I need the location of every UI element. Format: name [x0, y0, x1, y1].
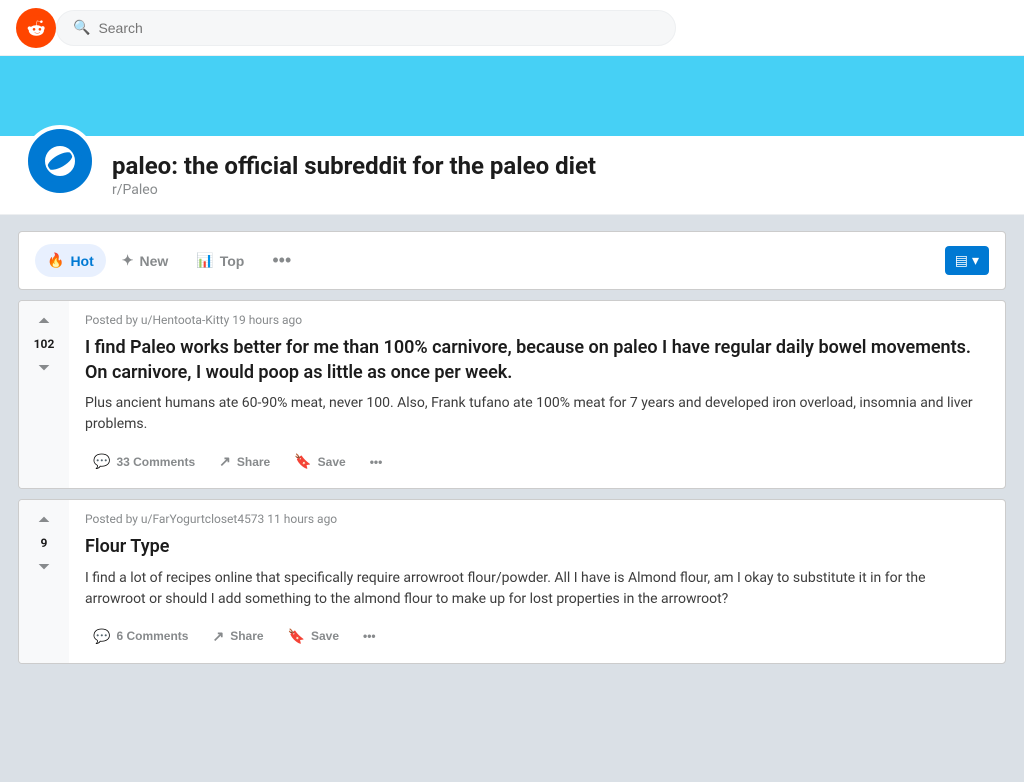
comments-button[interactable]: 💬 33 Comments	[85, 447, 203, 476]
content-area: 🔥 Hot ✦ New 📊 Top ••• ▤ ▾	[2, 215, 1022, 690]
downvote-button[interactable]	[34, 554, 54, 574]
share-icon: ↗	[212, 628, 224, 645]
save-button[interactable]: 🔖 Save	[280, 622, 347, 651]
post-card: 102 Posted by u/Hentoota-Kitty 19 hours …	[18, 300, 1006, 489]
subreddit-banner	[0, 56, 1024, 136]
sort-new-button[interactable]: ✦ New	[110, 244, 181, 277]
reddit-logo[interactable]	[16, 8, 56, 48]
comments-button[interactable]: 💬 6 Comments	[85, 622, 196, 651]
share-label: Share	[237, 455, 270, 469]
comments-label: 6 Comments	[116, 629, 188, 643]
layout-chevron: ▾	[972, 252, 979, 269]
more-button[interactable]: •••	[355, 623, 384, 649]
save-icon: 🔖	[294, 453, 311, 470]
subreddit-title: paleo: the official subreddit for the pa…	[112, 152, 596, 180]
sort-hot-label: Hot	[70, 253, 93, 269]
post-meta: Posted by u/Hentoota-Kitty 19 hours ago	[85, 313, 989, 327]
share-icon: ↗	[219, 453, 231, 470]
save-label: Save	[311, 629, 339, 643]
save-button[interactable]: 🔖 Save	[286, 447, 353, 476]
sort-top-label: Top	[220, 253, 245, 269]
post-content: Posted by u/FarYogurtcloset4573 11 hours…	[69, 500, 1005, 662]
sort-top-button[interactable]: 📊 Top	[184, 244, 256, 277]
save-icon: 🔖	[288, 628, 305, 645]
upvote-button[interactable]	[34, 313, 54, 333]
more-button[interactable]: •••	[362, 449, 391, 475]
sort-hot-button[interactable]: 🔥 Hot	[35, 244, 106, 277]
post-vote-section: 9	[19, 500, 69, 662]
layout-button[interactable]: ▤ ▾	[945, 246, 989, 275]
fire-icon: 🔥	[47, 252, 64, 269]
vote-count: 102	[34, 337, 55, 351]
search-bar[interactable]: 🔍	[56, 10, 676, 46]
post-card: 9 Posted by u/FarYogurtcloset4573 11 hou…	[18, 499, 1006, 663]
subreddit-sub-name[interactable]: r/Paleo	[112, 182, 596, 198]
chart-icon: 📊	[196, 252, 213, 269]
post-vote-section: 102	[19, 301, 69, 488]
subreddit-icon	[24, 125, 96, 197]
comment-icon: 💬	[93, 628, 110, 645]
share-button[interactable]: ↗ Share	[211, 447, 278, 476]
subreddit-info: paleo: the official subreddit for the pa…	[112, 152, 596, 198]
share-label: Share	[230, 629, 263, 643]
subreddit-header: paleo: the official subreddit for the pa…	[0, 136, 1024, 215]
sort-new-label: New	[140, 253, 169, 269]
search-icon: 🔍	[73, 20, 90, 36]
vote-count: 9	[41, 536, 48, 550]
post-body: I find a lot of recipes online that spec…	[85, 568, 989, 610]
post-title[interactable]: Flour Type	[85, 534, 989, 559]
downvote-button[interactable]	[34, 355, 54, 375]
layout-icon: ▤	[955, 252, 968, 269]
more-icon: •••	[370, 455, 383, 469]
upvote-button[interactable]	[34, 512, 54, 532]
sort-bar: 🔥 Hot ✦ New 📊 Top ••• ▤ ▾	[18, 231, 1006, 290]
comment-icon: 💬	[93, 453, 110, 470]
post-meta: Posted by u/FarYogurtcloset4573 11 hours…	[85, 512, 989, 526]
sparkle-icon: ✦	[122, 252, 134, 269]
post-title[interactable]: I find Paleo works better for me than 10…	[85, 335, 989, 385]
sort-options: 🔥 Hot ✦ New 📊 Top •••	[35, 242, 303, 279]
sort-more-button[interactable]: •••	[260, 242, 303, 279]
post-content: Posted by u/Hentoota-Kitty 19 hours ago …	[69, 301, 1005, 488]
app-header: 🔍	[0, 0, 1024, 56]
more-icon: •••	[363, 629, 376, 643]
search-input[interactable]	[98, 20, 659, 36]
post-actions: 💬 6 Comments ↗ Share 🔖 Save •••	[85, 622, 989, 651]
comments-label: 33 Comments	[116, 455, 195, 469]
share-button[interactable]: ↗ Share	[204, 622, 271, 651]
save-label: Save	[318, 455, 346, 469]
post-body: Plus ancient humans ate 60-90% meat, nev…	[85, 393, 989, 435]
post-actions: 💬 33 Comments ↗ Share 🔖 Save •••	[85, 447, 989, 476]
